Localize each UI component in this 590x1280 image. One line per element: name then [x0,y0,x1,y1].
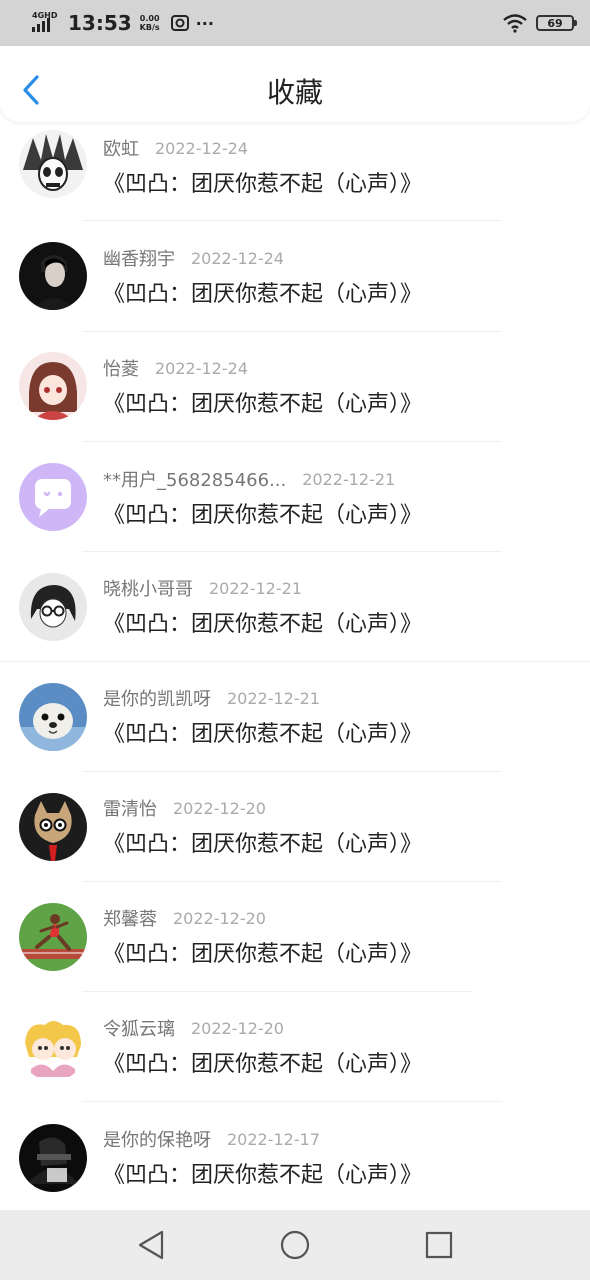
user-line: 晓桃小哥哥 2022-12-21 [103,575,302,601]
avatar[interactable] [19,573,87,641]
favorite-text[interactable]: 《凹凸：团厌你惹不起（心声）》 [103,826,422,858]
list-item[interactable]: 幽香翔宇 2022-12-24 《凹凸：团厌你惹不起（心声）》 [0,232,590,342]
recents-square-icon[interactable] [424,1230,454,1260]
list-item[interactable]: 是你的凯凯呀 2022-12-21 《凹凸：团厌你惹不起（心声）》 [0,672,590,782]
divider [82,551,502,552]
favorite-text[interactable]: 《凹凸：团厌你惹不起（心声）》 [103,1157,422,1189]
date: 2022-12-20 [173,798,266,818]
list-item[interactable]: 雷清怡 2022-12-20 《凹凸：团厌你惹不起（心声）》 [0,782,590,892]
avatar[interactable] [19,683,87,751]
user-line: 怡菱 2022-12-24 [103,355,248,381]
date: 2022-12-24 [155,358,248,378]
header: 收藏 [0,46,590,122]
date: 2022-12-24 [191,248,284,268]
date: 2022-12-21 [302,469,396,489]
divider [82,881,502,882]
speed-unit: KB/s [139,23,160,32]
clock: 13:53 [68,11,132,35]
back-triangle-icon[interactable] [136,1229,166,1261]
favorite-text[interactable]: 《凹凸：团厌你惹不起（心声）》 [103,606,422,638]
username[interactable]: 雷清怡 [103,795,157,821]
navigation-bar [0,1210,590,1280]
avatar[interactable] [19,1013,87,1081]
favorite-text[interactable]: 《凹凸：团厌你惹不起（心声）》 [103,276,422,308]
username[interactable]: 幽香翔宇 [103,245,175,271]
date: 2022-12-21 [227,688,320,708]
list-item[interactable]: 欧虹 2022-12-24 《凹凸：团厌你惹不起（心声）》 [0,122,590,232]
list-item[interactable]: 令狐云璃 2022-12-20 《凹凸：团厌你惹不起（心声）》 [0,1002,590,1112]
user-line: 是你的凯凯呀 2022-12-21 [103,685,320,711]
avatar[interactable] [19,1124,87,1192]
avatar[interactable] [19,903,87,971]
user-line: 幽香翔宇 2022-12-24 [103,245,284,271]
username[interactable]: 令狐云璃 [103,1015,175,1041]
username[interactable]: 郑馨蓉 [103,905,157,931]
username[interactable]: 是你的凯凯呀 [103,685,211,711]
user-line: 是你的保艳呀 2022-12-17 [103,1126,320,1152]
divider [82,441,502,442]
more-notifications: ··· [195,13,214,33]
user-line: 令狐云璃 2022-12-20 [103,1015,284,1041]
divider [82,991,472,992]
favorite-text[interactable]: 《凹凸：团厌你惹不起（心声）》 [103,716,422,748]
page-title: 收藏 [266,76,323,109]
date: 2022-12-21 [209,578,302,598]
avatar[interactable] [19,793,87,861]
avatar[interactable] [19,242,87,310]
avatar[interactable] [19,130,87,198]
username[interactable]: 欧虹 [103,135,139,161]
date: 2022-12-20 [173,908,266,928]
list-item[interactable]: 怡菱 2022-12-24 《凹凸：团厌你惹不起（心声）》 [0,342,590,452]
list-item[interactable]: 是你的保艳呀 2022-12-17 《凹凸：团厌你惹不起（心声）》 [0,1112,590,1210]
divider [82,771,502,772]
divider [82,220,502,221]
divider [82,331,502,332]
list-item[interactable]: **用户_568285466... 2022-12-21 《凹凸：团厌你惹不起（… [0,452,590,562]
favorite-text[interactable]: 《凹凸：团厌你惹不起（心声）》 [103,1046,422,1078]
username[interactable]: 是你的保艳呀 [103,1126,211,1152]
wifi-icon [503,14,527,33]
status-bar: 4GHD 13:53 0.00 KB/s ··· 69 [0,0,590,46]
battery-icon: 69 [536,15,577,31]
user-line: 欧虹 2022-12-24 [103,135,248,161]
favorite-text[interactable]: 《凹凸：团厌你惹不起（心声）》 [103,497,422,529]
list-item[interactable]: 郑馨蓉 2022-12-20 《凹凸：团厌你惹不起（心声）》 [0,892,590,1002]
list-item[interactable]: 晓桃小哥哥 2022-12-21 《凹凸：团厌你惹不起（心声）》 [0,562,590,672]
battery-level: 69 [547,16,563,30]
username[interactable]: 晓桃小哥哥 [103,575,193,601]
user-line: 雷清怡 2022-12-20 [103,795,266,821]
status-left: 4GHD 13:53 0.00 KB/s ··· [32,11,214,35]
favorite-text[interactable]: 《凹凸：团厌你惹不起（心声）》 [103,386,422,418]
divider [82,1101,502,1102]
status-right: 69 [502,13,577,33]
speed-value: 0.00 [139,14,160,23]
network-speed: 0.00 KB/s [140,14,160,32]
avatar[interactable] [19,463,87,531]
favorites-list[interactable]: 欧虹 2022-12-24 《凹凸：团厌你惹不起（心声）》 幽香翔宇 2022-… [0,122,590,1210]
signal-icon: 4GHD [32,12,58,34]
favorite-text[interactable]: 《凹凸：团厌你惹不起（心声）》 [103,166,422,198]
avatar[interactable] [19,352,87,420]
date: 2022-12-24 [155,138,248,158]
user-line: 郑馨蓉 2022-12-20 [103,905,266,931]
date: 2022-12-17 [227,1129,320,1149]
user-line: **用户_568285466... 2022-12-21 [103,466,396,492]
date: 2022-12-20 [191,1018,284,1038]
divider [0,661,590,662]
camera-icon [170,15,189,31]
username[interactable]: 怡菱 [103,355,139,381]
home-circle-icon[interactable] [279,1229,311,1261]
favorite-text[interactable]: 《凹凸：团厌你惹不起（心声）》 [103,936,422,968]
username[interactable]: **用户_568285466... [103,466,286,492]
